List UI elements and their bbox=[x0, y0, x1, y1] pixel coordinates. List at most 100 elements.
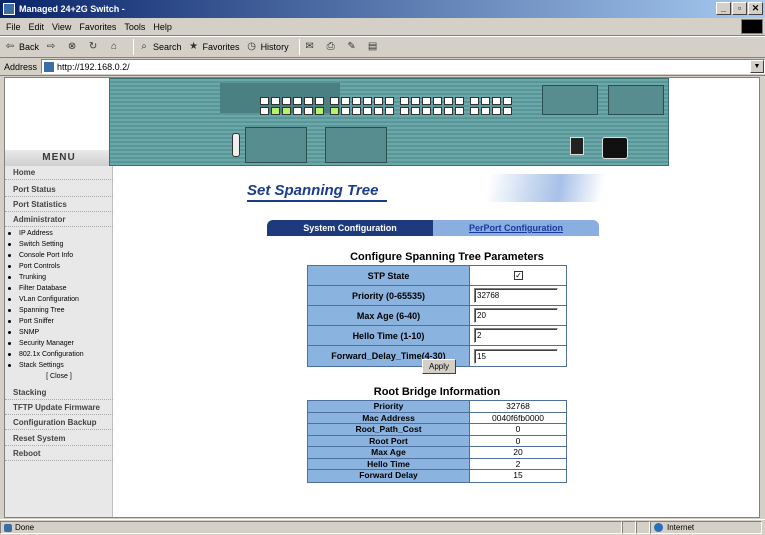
config-table: STP State ✓ Priority (0-65535) 32768 Max… bbox=[307, 265, 567, 367]
menu-title: MENU bbox=[5, 150, 113, 166]
config-row: Priority (0-65535) 32768 bbox=[308, 286, 566, 306]
table-row: Root_Path_Cost 0 bbox=[308, 424, 566, 436]
maximize-button[interactable]: ▫ bbox=[732, 2, 747, 15]
favorites-icon: ★ bbox=[189, 41, 199, 52]
menu-favorites[interactable]: Favorites bbox=[79, 22, 116, 32]
gigabit-slot bbox=[542, 85, 598, 115]
forward-button[interactable]: ⇨ bbox=[45, 41, 60, 53]
table-row: Forward Delay 15 bbox=[308, 470, 566, 482]
root-bridge-table: Priority 32768 Mac Address 0040f6fb0000 Ro… bbox=[307, 400, 567, 483]
zone-label: Internet bbox=[667, 523, 695, 532]
root-max-age-value: 20 bbox=[513, 447, 523, 457]
menu-sub-vlan-configuration[interactable]: VLan Configuration bbox=[5, 294, 113, 305]
root-mac-value: 0040f6fb0000 bbox=[492, 412, 544, 423]
menu-item-home[interactable]: Home bbox=[5, 166, 113, 180]
root-port-label: Root Port bbox=[308, 435, 470, 446]
close-button[interactable]: ✕ bbox=[748, 2, 763, 15]
menu-sub-stack-settings[interactable]: Stack Settings bbox=[5, 360, 113, 371]
security-zone-cell: Internet bbox=[650, 521, 762, 534]
table-row: Max Age 20 bbox=[308, 447, 566, 459]
hello-time-input[interactable]: 2 bbox=[474, 328, 558, 343]
root-forward-delay-value: 15 bbox=[513, 470, 523, 480]
back-button[interactable]: ⇦ Back bbox=[4, 41, 39, 53]
menu-sub-filter-database[interactable]: Filter Database bbox=[5, 283, 113, 294]
root-hello-time-value: 2 bbox=[515, 458, 521, 469]
root-priority-value: 32768 bbox=[506, 401, 530, 411]
address-url: http://192.168.0.2/ bbox=[57, 61, 130, 72]
minimize-button[interactable]: _ bbox=[716, 2, 731, 15]
status-bar: Done Internet bbox=[0, 519, 765, 535]
table-row: Hello Time 2 bbox=[308, 458, 566, 470]
menu-item-port-statistics[interactable]: Port Statistics bbox=[5, 198, 113, 212]
menu-view[interactable]: View bbox=[52, 22, 71, 32]
stp-state-checkbox[interactable]: ✓ bbox=[514, 271, 523, 280]
hello-time-label: Hello Time (1-10) bbox=[308, 326, 470, 345]
menu-item-reboot[interactable]: Reboot bbox=[5, 447, 113, 461]
address-input[interactable]: http://192.168.0.2/ ▼ bbox=[41, 59, 765, 74]
status-text: Done bbox=[15, 523, 35, 532]
expansion-slot bbox=[325, 127, 387, 163]
menu-close-link[interactable]: [ Close ] bbox=[5, 371, 113, 382]
menu-item-stacking[interactable]: Stacking bbox=[5, 386, 113, 400]
menu-sub-snmp[interactable]: SNMP bbox=[5, 327, 113, 338]
priority-input[interactable]: 32768 bbox=[474, 288, 558, 303]
discuss-button[interactable]: ▤ bbox=[367, 41, 382, 53]
menu-edit[interactable]: Edit bbox=[29, 22, 45, 32]
menu-sub-port-sniffer[interactable]: Port Sniffer bbox=[5, 316, 113, 327]
left-menu-frame: MENU Home Port Status Port Statistics Ad… bbox=[5, 78, 113, 517]
edit-button[interactable]: ✎ bbox=[346, 41, 361, 53]
page-icon bbox=[44, 61, 55, 72]
config-row: Hello Time (1-10) 2 bbox=[308, 326, 566, 346]
tab-perport-configuration[interactable]: PerPort Configuration bbox=[433, 220, 599, 236]
menu-item-reset-system[interactable]: Reset System bbox=[5, 432, 113, 446]
gigabit-slot bbox=[608, 85, 664, 115]
menu-tools[interactable]: Tools bbox=[124, 22, 145, 32]
decorative-wave-image bbox=[475, 174, 615, 202]
status-text-cell: Done bbox=[0, 521, 622, 534]
print-button[interactable]: ⎙ bbox=[325, 41, 340, 53]
refresh-button[interactable]: ↻ bbox=[87, 41, 102, 53]
menu-file[interactable]: File bbox=[6, 22, 21, 32]
menu-item-config-backup[interactable]: Configuration Backup bbox=[5, 416, 113, 430]
menu-sub-switch-setting[interactable]: Switch Setting bbox=[5, 239, 113, 250]
address-label: Address bbox=[4, 61, 38, 72]
tab-system-configuration[interactable]: System Configuration bbox=[267, 220, 433, 236]
refresh-icon: ↻ bbox=[88, 41, 98, 52]
root-mac-label: Mac Address bbox=[308, 412, 470, 423]
root-port-value: 0 bbox=[515, 435, 521, 446]
windows-logo-icon bbox=[741, 19, 763, 34]
window-titlebar: Managed 24+2G Switch - _ ▫ ✕ bbox=[0, 0, 765, 18]
search-icon: ⌕ bbox=[141, 41, 147, 52]
power-socket-icon bbox=[602, 137, 628, 159]
browser-content: MENU Home Port Status Port Statistics Ad… bbox=[4, 77, 760, 518]
history-button[interactable]: ◷ History bbox=[246, 41, 288, 53]
address-bar: Address http://192.168.0.2/ ▼ bbox=[0, 58, 765, 76]
menu-item-tftp-update[interactable]: TFTP Update Firmware bbox=[5, 401, 113, 415]
root-bridge-title: Root Bridge Information bbox=[373, 386, 501, 398]
menu-sub-port-controls[interactable]: Port Controls bbox=[5, 261, 113, 272]
menu-sub-security-manager[interactable]: Security Manager bbox=[5, 338, 113, 349]
menu-bar: File Edit View Favorites Tools Help bbox=[0, 18, 765, 36]
chevron-down-icon[interactable]: ▼ bbox=[750, 60, 764, 73]
forward-delay-input[interactable]: 15 bbox=[474, 348, 558, 364]
config-row: Max Age (6-40) 20 bbox=[308, 306, 566, 326]
menu-sub-console-port-info[interactable]: Console Port Info bbox=[5, 250, 113, 261]
page-done-icon bbox=[4, 523, 12, 532]
root-max-age-label: Max Age bbox=[308, 447, 470, 458]
home-button[interactable]: ⌂ bbox=[108, 41, 123, 53]
apply-button[interactable]: Apply bbox=[422, 359, 456, 374]
print-icon: ⎙ bbox=[326, 41, 335, 52]
menu-item-port-status[interactable]: Port Status bbox=[5, 183, 113, 197]
ie-icon bbox=[3, 3, 15, 15]
search-button[interactable]: ⌕ Search bbox=[138, 41, 181, 53]
mail-button[interactable]: ✉ bbox=[304, 41, 319, 53]
menu-help[interactable]: Help bbox=[153, 22, 172, 32]
menu-item-administrator[interactable]: Administrator bbox=[5, 213, 113, 227]
favorites-button[interactable]: ★ Favorites bbox=[188, 41, 240, 53]
menu-sub-spanning-tree[interactable]: Spanning Tree bbox=[5, 305, 113, 316]
menu-sub-8021x-configuration[interactable]: 802.1x Configuration bbox=[5, 349, 113, 360]
menu-sub-ip-address[interactable]: IP Address bbox=[5, 228, 113, 239]
max-age-input[interactable]: 20 bbox=[474, 308, 558, 323]
menu-sub-trunking[interactable]: Trunking bbox=[5, 272, 113, 283]
stop-button[interactable]: ⊗ bbox=[66, 41, 81, 53]
